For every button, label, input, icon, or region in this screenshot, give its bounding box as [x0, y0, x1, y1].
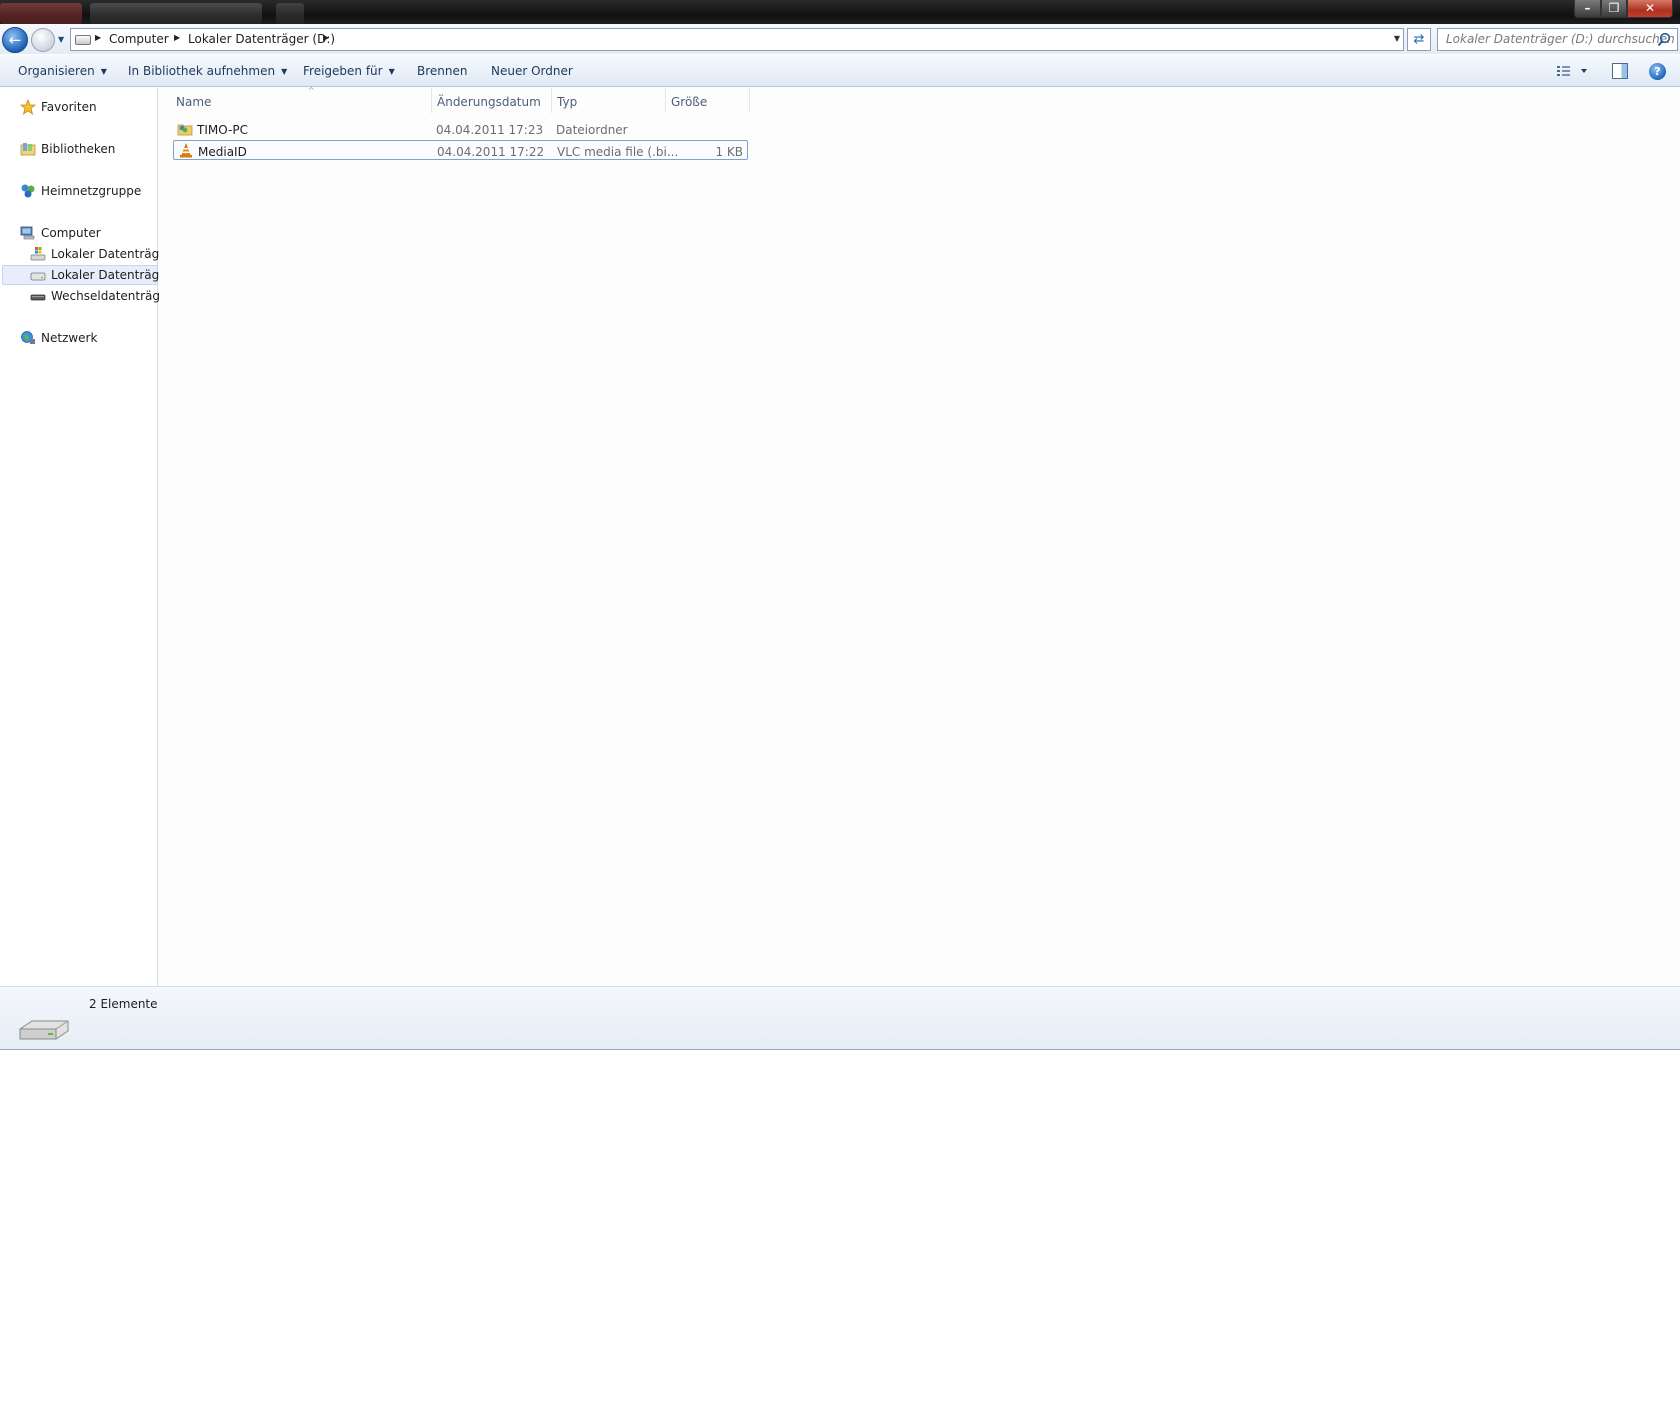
file-name: MediaID	[198, 145, 247, 159]
file-row-selected[interactable]: MediaID 04.04.2011 17:22 VLC media file …	[173, 140, 748, 160]
column-header-size[interactable]: Größe	[665, 88, 749, 113]
title-bar: – ❐ ✕	[0, 0, 1680, 26]
homegroup-icon	[21, 184, 35, 198]
recent-pages-dropdown-icon[interactable]: ▼	[58, 35, 67, 44]
nav-label: Lokaler Datenträger	[51, 268, 172, 282]
minimize-button[interactable]: –	[1574, 0, 1601, 18]
breadcrumb-computer[interactable]: Computer	[109, 32, 169, 46]
share-label: Freigeben für	[303, 64, 383, 78]
breadcrumb-separator-icon[interactable]: ▶	[323, 33, 329, 42]
hard-drive-icon	[30, 272, 46, 281]
command-bar: Organisieren ▼ In Bibliothek aufnehmen ▼ F…	[0, 55, 1680, 87]
explorer-window: – ❐ ✕ ← ▼ ▶ Computer ▶ Lokaler Datenträg…	[0, 0, 1680, 1050]
breadcrumb-drive-d[interactable]: Lokaler Datenträger (D:)	[188, 32, 335, 46]
removable-drive-icon	[30, 294, 46, 301]
preview-pane-icon[interactable]	[1612, 63, 1628, 79]
burn-button[interactable]: Brennen	[417, 64, 467, 78]
forward-button[interactable]	[31, 28, 55, 52]
address-bar[interactable]: ▶ Computer ▶ Lokaler Datenträger (D:) ▶ …	[70, 28, 1404, 51]
column-header-type[interactable]: Typ	[551, 88, 665, 113]
file-date: 04.04.2011 17:22	[437, 145, 545, 159]
back-button[interactable]: ←	[2, 27, 28, 53]
vlc-cone-icon	[180, 143, 192, 158]
taskbar-ghost-tab	[276, 3, 304, 24]
change-view-icon[interactable]	[1556, 63, 1590, 79]
network-icon	[21, 331, 35, 344]
column-label: Typ	[557, 95, 578, 109]
nav-label: Lokaler Datenträger	[51, 247, 172, 261]
drive-icon	[75, 35, 91, 45]
file-size: 1 KB	[715, 145, 743, 159]
sort-ascending-icon: ^	[308, 86, 315, 95]
system-drive-icon	[30, 247, 46, 261]
library-label: In Bibliothek aufnehmen	[128, 64, 276, 78]
refresh-button[interactable]: ⇄	[1407, 28, 1431, 51]
column-label: Änderungsdatum	[437, 95, 541, 109]
nav-label: Computer	[41, 226, 101, 240]
nav-label: Heimnetzgruppe	[41, 184, 142, 198]
details-pane: 2 Elemente	[0, 986, 1680, 1050]
address-history-dropdown-icon[interactable]: ▼	[1394, 34, 1400, 43]
organize-button[interactable]: Organisieren ▼	[18, 64, 107, 78]
file-row[interactable]: TIMO-PC 04.04.2011 17:23 Dateiordner	[173, 119, 748, 139]
file-type: VLC media file (.bi...	[557, 145, 679, 159]
share-with-button[interactable]: Freigeben für ▼	[303, 64, 395, 78]
search-icon[interactable]	[1657, 32, 1671, 47]
organize-label: Organisieren	[18, 64, 95, 78]
computer-icon	[20, 226, 35, 240]
taskbar-ghost-tab	[0, 3, 82, 24]
column-divider[interactable]	[749, 88, 750, 113]
include-in-library-button[interactable]: In Bibliothek aufnehmen ▼	[128, 64, 287, 78]
search-input[interactable]: Lokaler Datenträger (D:) durchsuchen	[1437, 28, 1678, 51]
column-label: Name	[176, 95, 212, 109]
close-button[interactable]: ✕	[1627, 0, 1673, 18]
file-name: TIMO-PC	[197, 123, 248, 137]
nav-label: Favoriten	[41, 100, 97, 114]
maximize-button[interactable]: ❐	[1601, 0, 1627, 18]
hard-drive-icon	[19, 1020, 69, 1040]
column-header-name[interactable]: Name ^	[170, 86, 412, 113]
breadcrumb-separator-icon[interactable]: ▶	[174, 33, 180, 42]
file-date: 04.04.2011 17:23	[436, 123, 544, 137]
address-row: ← ▼ ▶ Computer ▶ Lokaler Datenträger (D:…	[0, 24, 1680, 54]
navigation-pane: Favoriten Bibliotheken Heimnetzgruppe Co…	[0, 88, 172, 986]
item-count: 2 Elemente	[89, 997, 158, 1011]
star-icon	[20, 99, 36, 115]
chevron-down-icon: ▼	[281, 67, 288, 76]
shared-folder-icon	[177, 124, 193, 136]
libraries-icon	[20, 143, 36, 156]
new-folder-button[interactable]: Neuer Ordner	[491, 64, 573, 78]
column-header-date[interactable]: Änderungsdatum	[431, 88, 551, 113]
taskbar-ghost-tab	[90, 3, 262, 24]
chevron-down-icon: ▼	[100, 67, 107, 76]
search-placeholder: Lokaler Datenträger (D:) durchsuchen	[1446, 32, 1675, 46]
column-label: Größe	[671, 95, 708, 109]
chevron-down-icon: ▼	[388, 67, 395, 76]
file-type: Dateiordner	[556, 123, 628, 137]
help-icon[interactable]: ?	[1649, 63, 1666, 80]
nav-label: Bibliotheken	[41, 142, 116, 156]
breadcrumb-separator-icon[interactable]: ▶	[95, 33, 101, 42]
file-list: Name ^ Änderungsdatum Typ Größe TIMO-PC …	[159, 86, 1680, 986]
nav-label: Wechseldatenträger	[51, 289, 173, 303]
nav-label: Netzwerk	[41, 331, 98, 345]
